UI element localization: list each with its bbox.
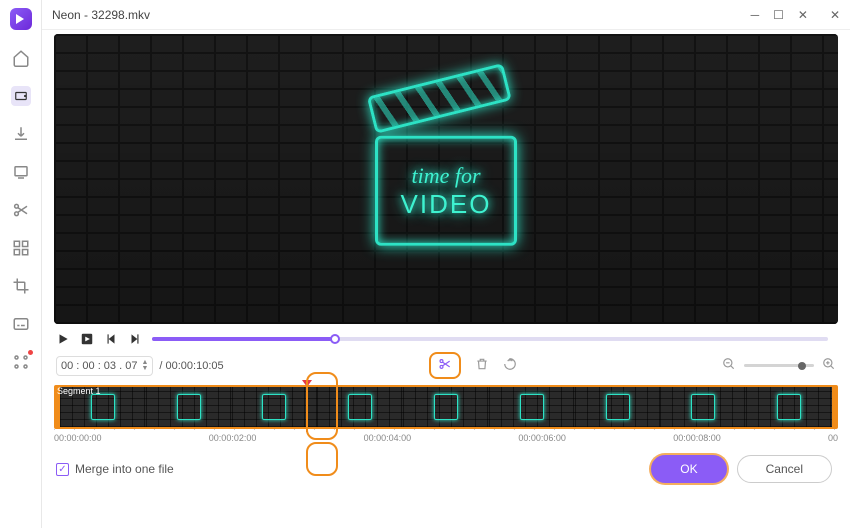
titlebar: Neon - 32298.mkv ─ ☐ ✕ ✕ bbox=[42, 0, 850, 30]
nav-apps[interactable] bbox=[11, 352, 31, 372]
timeline-thumbnail bbox=[146, 387, 232, 427]
timeline-thumbnail bbox=[746, 387, 832, 427]
video-preview[interactable]: time for VIDEO bbox=[54, 34, 838, 324]
close-button[interactable]: ✕ bbox=[798, 8, 808, 22]
timeline-thumbnail bbox=[489, 387, 575, 427]
total-time: / 00:00:10:05 bbox=[159, 360, 223, 372]
nav-screen[interactable] bbox=[11, 162, 31, 182]
sidebar bbox=[0, 0, 42, 528]
neon-text-bottom: VIDEO bbox=[401, 188, 492, 219]
time-ruler: 00:00:00:00 00:00:02:00 00:00:04:00 00:0… bbox=[42, 429, 850, 443]
minimize-button[interactable]: ─ bbox=[751, 8, 760, 22]
neon-sign: time for VIDEO bbox=[371, 96, 521, 256]
checkbox-icon: ✓ bbox=[56, 463, 69, 476]
window-title: Neon - 32298.mkv bbox=[52, 8, 150, 22]
undo-button[interactable] bbox=[503, 357, 517, 374]
timeline-thumbnail bbox=[232, 387, 318, 427]
segment-label: Segment 1 bbox=[57, 386, 101, 396]
zoom-in-button[interactable] bbox=[822, 357, 836, 374]
cancel-button[interactable]: Cancel bbox=[737, 455, 832, 483]
annotation-highlight bbox=[306, 372, 338, 440]
merge-label: Merge into one file bbox=[75, 462, 174, 476]
main-panel: Neon - 32298.mkv ─ ☐ ✕ ✕ time for VIDEO bbox=[42, 0, 850, 528]
progress-slider[interactable] bbox=[152, 337, 828, 341]
annotation-highlight bbox=[306, 442, 338, 476]
timeline[interactable]: Segment 1 bbox=[42, 385, 850, 429]
timeline-thumbnail bbox=[575, 387, 661, 427]
outer-close-button[interactable]: ✕ bbox=[830, 8, 840, 22]
playback-controls bbox=[42, 326, 850, 348]
play-button[interactable] bbox=[56, 332, 70, 346]
current-time-input[interactable]: 00 : 00 : 03 . 07 ▲▼ bbox=[56, 356, 153, 376]
zoom-slider[interactable] bbox=[744, 364, 814, 367]
nav-convert[interactable] bbox=[11, 86, 31, 106]
time-controls: 00 : 00 : 03 . 07 ▲▼ / 00:00:10:05 bbox=[42, 348, 850, 383]
timeline-thumbnail bbox=[660, 387, 746, 427]
maximize-button[interactable]: ☐ bbox=[773, 8, 784, 22]
next-frame-button[interactable] bbox=[128, 332, 142, 346]
nav-subtitle[interactable] bbox=[11, 314, 31, 334]
timeline-thumbnail bbox=[403, 387, 489, 427]
split-button[interactable] bbox=[429, 352, 461, 379]
prev-frame-button[interactable] bbox=[104, 332, 118, 346]
nav-merge[interactable] bbox=[11, 238, 31, 258]
zoom-out-button[interactable] bbox=[722, 357, 736, 374]
ok-button[interactable]: OK bbox=[651, 455, 726, 483]
merge-checkbox[interactable]: ✓ Merge into one file bbox=[56, 462, 174, 476]
nav-download[interactable] bbox=[11, 124, 31, 144]
nav-home[interactable] bbox=[11, 48, 31, 68]
segment-end-handle[interactable] bbox=[832, 387, 836, 427]
app-logo bbox=[10, 8, 32, 30]
stop-button[interactable] bbox=[80, 332, 94, 346]
neon-text-top: time for bbox=[411, 162, 480, 188]
time-stepper[interactable]: ▲▼ bbox=[141, 360, 148, 372]
delete-button[interactable] bbox=[475, 357, 489, 374]
nav-cut[interactable] bbox=[11, 200, 31, 220]
nav-crop[interactable] bbox=[11, 276, 31, 296]
bottom-bar: ✓ Merge into one file OK Cancel bbox=[42, 443, 850, 493]
